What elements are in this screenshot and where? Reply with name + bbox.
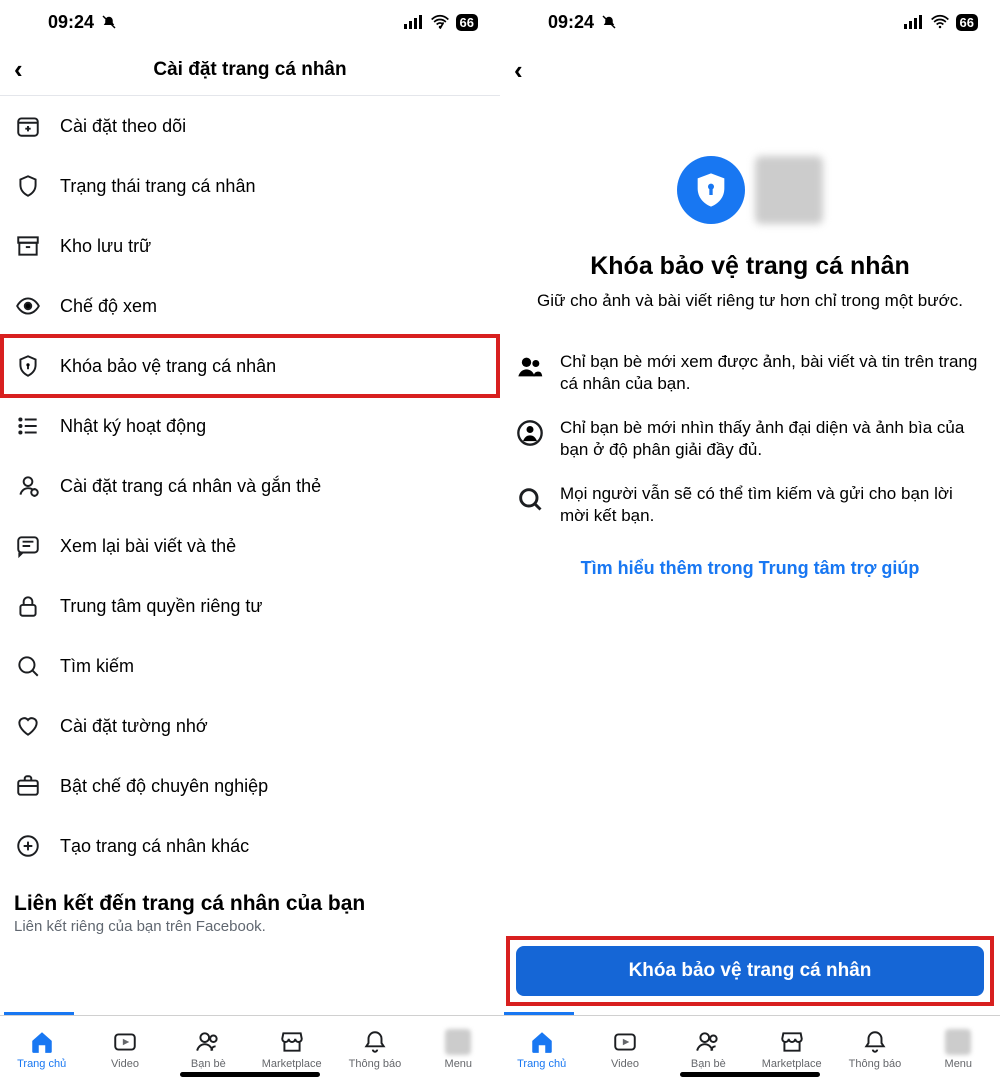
heart-icon — [14, 712, 42, 740]
back-button[interactable]: ‹ — [14, 54, 23, 85]
bell-icon — [362, 1029, 388, 1055]
row-profile-status[interactable]: Trạng thái trang cá nhân — [0, 156, 500, 216]
shield-badge-icon — [677, 156, 745, 224]
shield-lock-icon — [14, 352, 42, 380]
home-indicator — [180, 1072, 320, 1077]
bell-icon — [862, 1029, 888, 1055]
silent-icon — [100, 13, 118, 31]
home-icon — [29, 1029, 55, 1055]
silent-icon — [600, 13, 618, 31]
person-circle-icon — [516, 419, 544, 447]
review-icon — [14, 532, 42, 560]
section-subtitle: Liên kết riêng của bạn trên Facebook. — [0, 916, 500, 945]
tab-notifications[interactable]: Thông báo — [333, 1016, 416, 1083]
archive-icon — [14, 232, 42, 260]
row-create-profile[interactable]: Tạo trang cá nhân khác — [0, 816, 500, 876]
list-icon — [14, 412, 42, 440]
lock-profile-button[interactable]: Khóa bảo vệ trang cá nhân — [516, 946, 984, 996]
eye-icon — [14, 292, 42, 320]
row-search[interactable]: Tìm kiếm — [0, 636, 500, 696]
learn-more-link[interactable]: Tìm hiểu thêm trong Trung tâm trợ giúp — [516, 558, 984, 579]
page-title: Cài đặt trang cá nhân — [0, 59, 500, 81]
friends-icon — [195, 1029, 221, 1055]
page-header: ‹ Cài đặt trang cá nhân — [0, 44, 500, 96]
menu-avatar — [945, 1029, 971, 1055]
promo-desc: Giữ cho ảnh và bài viết riêng tư hơn chỉ… — [516, 291, 984, 311]
row-memorialization[interactable]: Cài đặt tường nhớ — [0, 696, 500, 756]
shop-icon — [779, 1029, 805, 1055]
search-icon — [14, 652, 42, 680]
video-icon — [112, 1029, 138, 1055]
status-bar: 09:24 66 — [500, 0, 1000, 44]
briefcase-icon — [14, 772, 42, 800]
row-profile-tagging[interactable]: Cài đặt trang cá nhân và gắn thẻ — [0, 456, 500, 516]
tab-menu[interactable]: Menu — [417, 1016, 500, 1083]
battery-pill: 66 — [456, 14, 478, 31]
row-profile-lock[interactable]: Khóa bảo vệ trang cá nhân — [0, 334, 500, 398]
wifi-icon — [430, 14, 450, 30]
phone-right: 09:24 66 ‹ Khóa bảo vệ trang cá nhân Giữ… — [500, 0, 1000, 1083]
back-button[interactable]: ‹ — [514, 55, 523, 86]
shield-icon — [14, 172, 42, 200]
people-icon — [516, 353, 544, 381]
row-follow-settings[interactable]: Cài đặt theo dõi — [0, 96, 500, 156]
row-professional-mode[interactable]: Bật chế độ chuyên nghiệp — [0, 756, 500, 816]
menu-avatar — [445, 1029, 471, 1055]
promo-body: Khóa bảo vệ trang cá nhân Giữ cho ảnh và… — [500, 96, 1000, 936]
follow-plus-icon — [14, 112, 42, 140]
wifi-icon — [930, 14, 950, 30]
person-gear-icon — [14, 472, 42, 500]
friends-icon — [695, 1029, 721, 1055]
shop-icon — [279, 1029, 305, 1055]
avatar-blurred — [755, 156, 823, 224]
plus-circle-icon — [14, 832, 42, 860]
row-privacy-center[interactable]: Trung tâm quyền riêng tư — [0, 576, 500, 636]
bullet-search: Mọi người vẫn sẽ có thể tìm kiếm và gửi … — [516, 483, 984, 527]
promo-heading: Khóa bảo vệ trang cá nhân — [516, 252, 984, 281]
home-icon — [529, 1029, 555, 1055]
cellular-icon — [404, 15, 424, 29]
status-bar: 09:24 66 — [0, 0, 500, 44]
video-icon — [612, 1029, 638, 1055]
lock-icon — [14, 592, 42, 620]
settings-list: Cài đặt theo dõi Trạng thái trang cá nhâ… — [0, 96, 500, 1012]
section-title: Liên kết đến trang cá nhân của bạn — [0, 876, 500, 916]
cellular-icon — [904, 15, 924, 29]
home-indicator — [680, 1072, 820, 1077]
row-view-as[interactable]: Chế độ xem — [0, 276, 500, 336]
row-review-posts[interactable]: Xem lại bài viết và thẻ — [0, 516, 500, 576]
bullet-friends: Chỉ bạn bè mới xem được ảnh, bài viết và… — [516, 351, 984, 395]
cta-highlight: Khóa bảo vệ trang cá nhân — [506, 936, 994, 1006]
bullet-avatar: Chỉ bạn bè mới nhìn thấy ảnh đại diện và… — [516, 417, 984, 461]
tab-video[interactable]: Video — [583, 1016, 666, 1083]
tab-notifications[interactable]: Thông báo — [833, 1016, 916, 1083]
row-activity-log[interactable]: Nhật ký hoạt động — [0, 396, 500, 456]
tab-menu[interactable]: Menu — [917, 1016, 1000, 1083]
battery-pill: 66 — [956, 14, 978, 31]
status-time: 09:24 — [548, 12, 594, 33]
phone-left: 09:24 66 ‹ Cài đặt trang cá nhân Cài đặt… — [0, 0, 500, 1083]
status-time: 09:24 — [48, 12, 94, 33]
page-header: ‹ — [500, 44, 1000, 96]
tab-home[interactable]: Trang chủ — [0, 1016, 83, 1083]
tab-video[interactable]: Video — [83, 1016, 166, 1083]
tab-home[interactable]: Trang chủ — [500, 1016, 583, 1083]
search-icon — [516, 485, 544, 513]
row-archive[interactable]: Kho lưu trữ — [0, 216, 500, 276]
